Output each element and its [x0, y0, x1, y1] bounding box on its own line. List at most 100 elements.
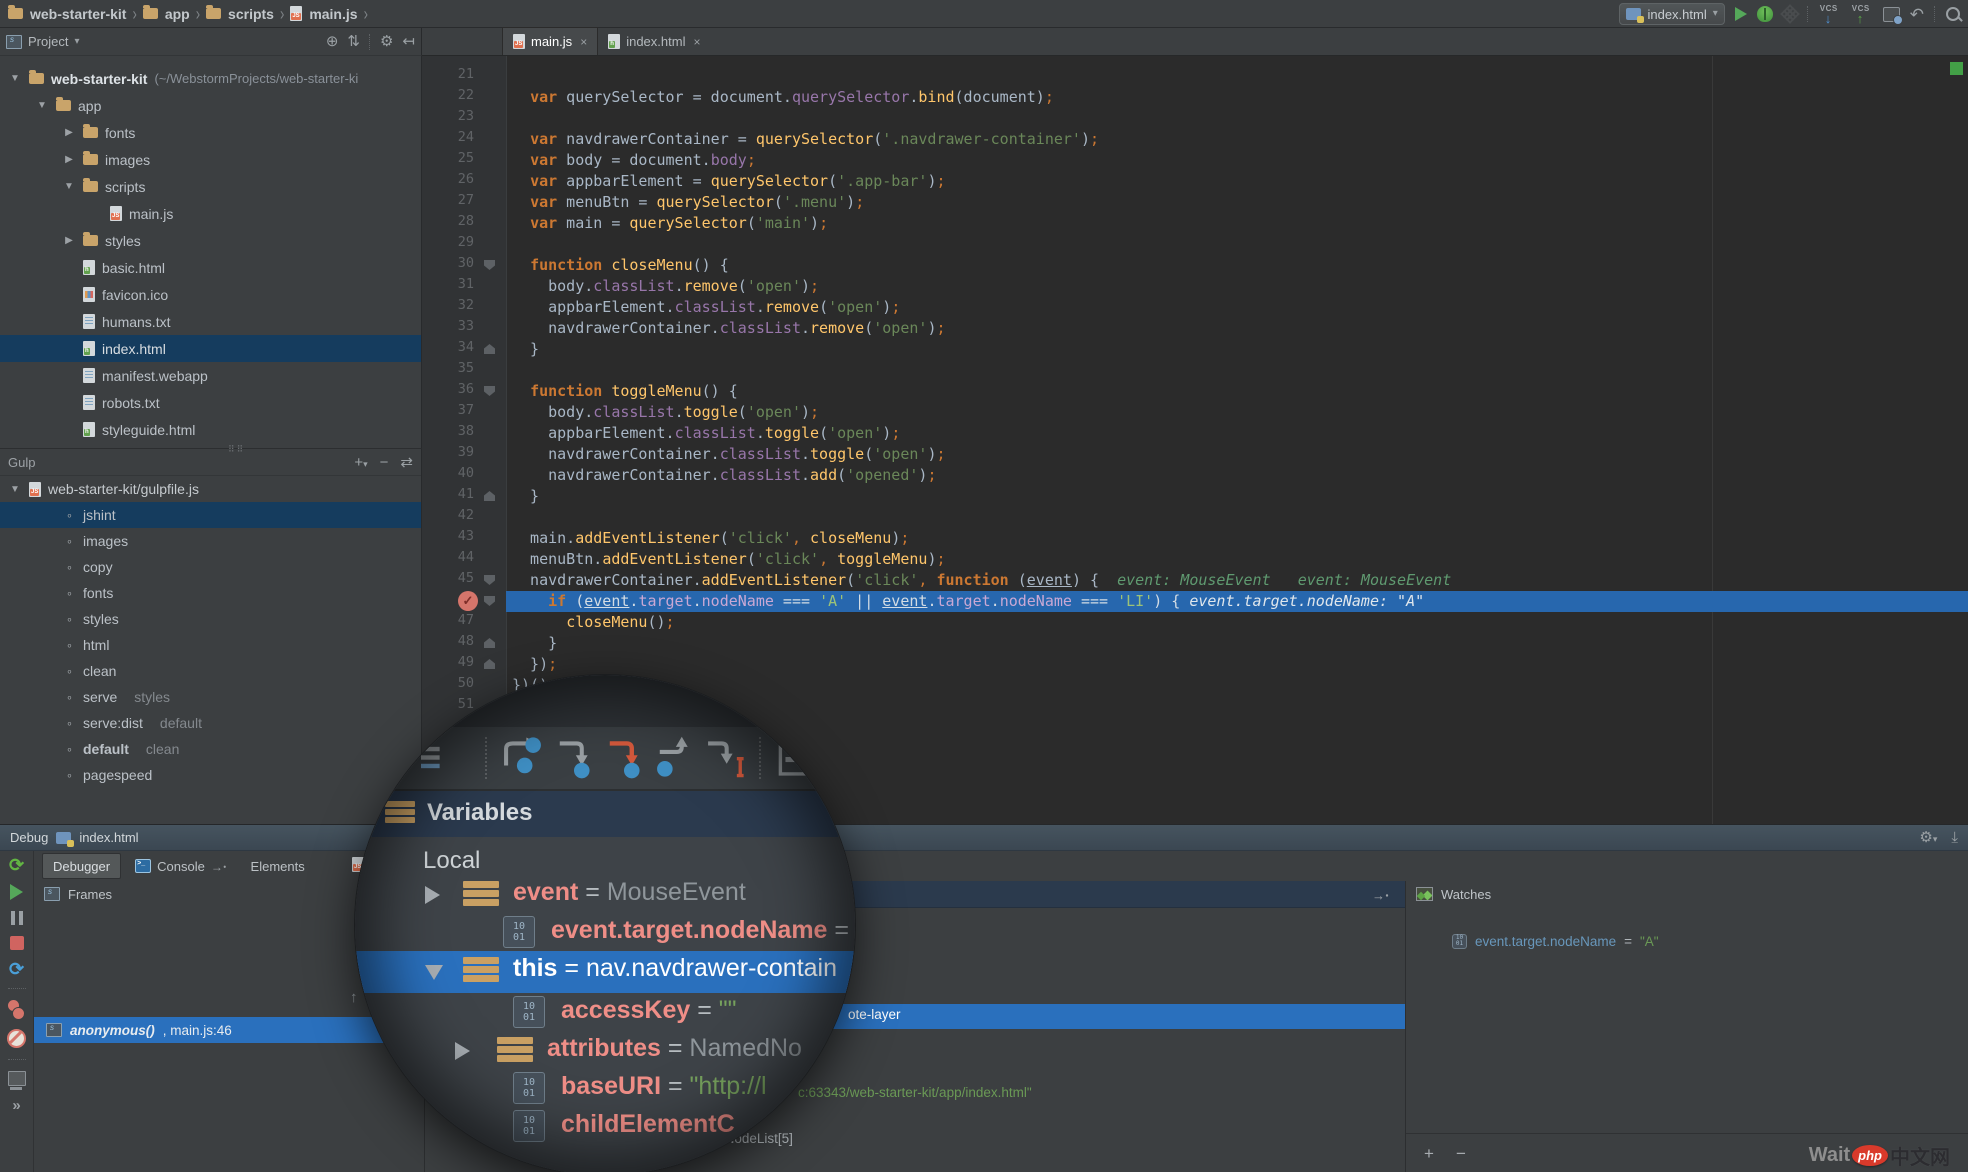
tree-item-fonts[interactable]: ▶ fonts [0, 119, 421, 146]
tree-item-favicon-ico[interactable]: favicon.ico [0, 281, 421, 308]
add-task-icon[interactable]: +▾ [354, 455, 367, 470]
loupe-variable-row-event[interactable]: event = MouseEvent [355, 875, 855, 913]
tree-item-basic-html[interactable]: h basic.html [0, 254, 421, 281]
tree-item-manifest-webapp[interactable]: manifest.webapp [0, 362, 421, 389]
breakpoint-icon[interactable]: ✓ [458, 591, 478, 611]
vcs-commit-button[interactable]: VCS ↑ [1851, 4, 1873, 26]
remove-watch-icon[interactable]: − [1456, 1144, 1466, 1164]
tree-expand-icon[interactable] [455, 1042, 470, 1060]
gulp-task-fonts[interactable]: ∘ fonts [0, 580, 421, 606]
gear-icon[interactable]: ⚙ [380, 34, 393, 49]
resume-icon[interactable] [10, 884, 23, 900]
tree-expand-icon[interactable]: ▼ [8, 73, 22, 84]
splitter-handle[interactable]: ⠿⠿ [228, 444, 245, 455]
tree-expand-icon[interactable]: ▼ [35, 100, 49, 111]
restore-layout-icon[interactable] [7, 1071, 26, 1090]
watch-row[interactable]: 10 01 event.target.nodeName = "A" [1406, 929, 1968, 953]
pause-icon[interactable] [10, 911, 23, 925]
collapse-all-icon[interactable]: ⇅ [347, 34, 360, 49]
loupe-row-text: baseURI = "http://l [561, 1072, 767, 1101]
debug-button[interactable] [1756, 6, 1773, 22]
pin-arrow-icon[interactable]: →ꞏ [1372, 886, 1389, 904]
code-token: '.menu' [782, 193, 847, 211]
code-token: ) { [1071, 571, 1100, 589]
rerun-icon[interactable]: ⟳ [9, 856, 24, 874]
minimize-icon[interactable]: ⤓ [1951, 830, 1958, 845]
loupe-variable-row-attributes[interactable]: attributes = NamedNo [355, 1031, 855, 1069]
loupe-variable-row-this[interactable]: this = nav.navdrawer-contain [355, 951, 855, 993]
mute-breakpoints-icon[interactable] [7, 1029, 26, 1048]
hide-panel-icon[interactable]: ↤ [402, 34, 415, 49]
gulp-task-jshint[interactable]: ∘ jshint [0, 502, 421, 528]
code-line: var navdrawerContainer = querySelector('… [512, 129, 1099, 150]
hide-icons-chevron[interactable]: » [12, 1097, 20, 1114]
evaluate-expression-icon[interactable] [777, 735, 821, 779]
add-watch-icon[interactable]: + [1424, 1144, 1434, 1164]
tree-item-main-js[interactable]: JS main.js [0, 200, 421, 227]
tree-item-images[interactable]: ▶ images [0, 146, 421, 173]
step-over-icon[interactable] [501, 735, 545, 779]
run-to-cursor-icon[interactable] [703, 735, 747, 779]
tree-expand-icon[interactable]: ▶ [62, 154, 76, 165]
tree-expand-icon[interactable]: ▼ [8, 484, 22, 495]
tree-expand-icon[interactable]: ▼ [62, 181, 76, 192]
loupe-variable-row-baseURI[interactable]: 10 01 baseURI = "http://l [355, 1069, 855, 1107]
project-panel-title[interactable]: Project [28, 34, 68, 49]
breadcrumb-item[interactable]: app [142, 5, 190, 22]
tree-expand-icon[interactable]: ▶ [62, 235, 76, 246]
tree-item-index-html[interactable]: h index.html [0, 335, 421, 362]
run-configuration-select[interactable]: index.html ▾ [1619, 3, 1725, 25]
breadcrumb-item[interactable]: scripts [206, 5, 274, 22]
gear-icon[interactable]: ⚙▾ [1919, 830, 1937, 845]
loupe-variable-row-event-target-nodeName[interactable]: 1001 event.target.nodeName = "A" [355, 913, 855, 951]
error-stripe-mark[interactable] [1950, 62, 1963, 75]
code-line: body.classList.toggle('open'); [512, 402, 819, 423]
tree-item-humans-txt[interactable]: humans.txt [0, 308, 421, 335]
tree-item-styleguide-html[interactable]: h styleguide.html [0, 416, 421, 443]
chevron-down-icon[interactable]: ▾ [74, 36, 79, 47]
code-token: ; [810, 277, 820, 295]
stop-icon[interactable] [9, 936, 24, 950]
tree-item-scripts[interactable]: ▼ scripts [0, 173, 421, 200]
editor-tab-index-html[interactable]: h index.html × [598, 28, 710, 55]
editor-tab-main-js[interactable]: JS main.js × [502, 27, 599, 55]
show-execution-point-icon[interactable] [399, 735, 443, 779]
run-button[interactable] [1734, 7, 1747, 21]
debug-tab-elements[interactable]: Elements [241, 854, 315, 878]
undo-icon[interactable]: ↶ [1910, 6, 1924, 23]
gulp-task-html[interactable]: ∘ html [0, 632, 421, 658]
tree-expand-icon[interactable] [425, 886, 440, 904]
remove-task-icon[interactable]: − [380, 455, 389, 470]
view-breakpoints-icon[interactable] [7, 1000, 26, 1020]
tree-expand-icon[interactable]: ▶ [62, 127, 76, 138]
gulp-task-copy[interactable]: ∘ copy [0, 554, 421, 580]
debug-tab-console[interactable]: Console →ꞏ [125, 854, 236, 878]
tree-item-styles[interactable]: ▶ styles [0, 227, 421, 254]
code-token: 'open' [828, 424, 883, 442]
refresh-icon[interactable]: ⟳ [9, 960, 24, 978]
step-into-icon[interactable] [553, 735, 597, 779]
force-step-into-icon[interactable] [603, 735, 647, 779]
close-icon[interactable]: × [693, 35, 700, 49]
vcs-update-button[interactable]: VCS ↓ [1819, 4, 1841, 26]
locate-icon[interactable]: ⊕ [326, 34, 339, 49]
close-icon[interactable]: × [580, 35, 587, 49]
tree-item-app[interactable]: ▼ app [0, 92, 421, 119]
tree-item-web-starter-kit[interactable]: ▼ web-starter-kit (~/WebstormProjects/web-… [0, 65, 421, 92]
breadcrumb-item[interactable]: JS main.js [290, 6, 358, 22]
search-icon[interactable] [1946, 7, 1960, 21]
loupe-variable-row-accessKey[interactable]: 10 01 accessKey = "" [355, 993, 855, 1031]
refresh-tasks-icon[interactable]: ⇄ [400, 455, 413, 470]
debug-tab-debugger[interactable]: Debugger [42, 853, 122, 879]
history-icon[interactable] [1882, 6, 1903, 25]
gulpfile-root-node[interactable]: ▼ JS web-starter-kit/gulpfile.js [0, 476, 421, 502]
gulp-task-images[interactable]: ∘ images [0, 528, 421, 554]
tree-item-robots-txt[interactable]: robots.txt [0, 389, 421, 416]
code-token: var [530, 214, 558, 232]
loupe-variable-row-childElementC[interactable]: 10 01 childElementC [355, 1107, 855, 1145]
breadcrumb-item[interactable]: web-starter-kit [8, 5, 126, 22]
gulp-task-styles[interactable]: ∘ styles [0, 606, 421, 632]
jump-to-icon[interactable]: →ꞏ [211, 858, 227, 875]
step-out-icon[interactable] [653, 735, 697, 779]
tree-expand-icon[interactable] [425, 965, 443, 980]
